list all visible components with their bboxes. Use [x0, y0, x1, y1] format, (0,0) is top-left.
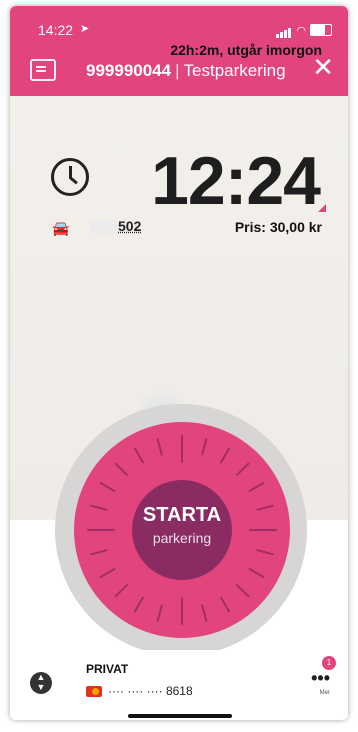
home-indicator — [128, 714, 232, 718]
start-sublabel: parkering — [152, 530, 212, 546]
mastercard-icon — [86, 685, 102, 697]
dial-tick — [99, 482, 116, 492]
payment-footer: ▲ ▼ PRIVAT ···· ···· ···· 8618 ••• 1 Mer — [10, 650, 348, 720]
title-separator: | — [175, 61, 180, 80]
dial-tick — [90, 549, 108, 556]
payment-card[interactable]: ···· ···· ···· 8618 — [86, 684, 193, 698]
dial-tick — [114, 462, 128, 476]
phone-screen: 14:22 ➤ ◠ 999990044 | Testparkering ✕ 22h:… — [10, 6, 348, 720]
dial-tick — [220, 596, 230, 613]
dial-tick — [201, 438, 208, 456]
card-number: ···· ···· ···· 8618 — [108, 684, 193, 698]
dial-tick — [236, 462, 250, 476]
more-label: Mer — [319, 690, 330, 696]
dial-tick — [156, 438, 163, 456]
title-bar: 999990044 | Testparkering ✕ — [10, 54, 348, 86]
dial-tick — [256, 549, 274, 556]
more-icon[interactable]: ••• — [311, 668, 330, 689]
dial-tick — [134, 447, 144, 464]
status-bar: 14:22 ➤ ◠ — [28, 22, 332, 38]
dial-tick — [90, 504, 108, 511]
status-time: 14:22 — [38, 22, 74, 38]
status-icons: ◠ — [276, 22, 332, 38]
remaining-time: 22h:2m, utgår imorgon — [170, 42, 322, 58]
notification-badge: 1 — [322, 656, 336, 670]
account-name: PRIVAT — [86, 662, 129, 676]
end-time[interactable]: 12:24 — [151, 142, 321, 220]
dial-tick — [220, 447, 230, 464]
dial-tick — [201, 604, 208, 622]
plate-redaction — [90, 220, 118, 235]
dial-tick — [99, 568, 116, 578]
car-icon: 🚘 — [52, 220, 70, 236]
price: Pris: 30,00 kr — [234, 219, 322, 235]
battery-icon — [310, 24, 332, 36]
parking-id: 999990044 — [86, 61, 172, 80]
dial-tick — [114, 584, 128, 598]
dial-tick — [236, 584, 250, 598]
plate-suffix: 502 — [118, 218, 142, 234]
clock-icon — [51, 158, 89, 196]
zone-name: Testparkering — [183, 61, 286, 80]
wifi-icon: ◠ — [296, 24, 306, 37]
page-title: 999990044 | Testparkering — [86, 61, 286, 81]
start-parking-button[interactable]: STARTA parkering — [132, 480, 232, 580]
dial-tick — [156, 604, 163, 622]
signal-icon — [276, 22, 292, 38]
dial-tick — [134, 596, 144, 613]
dial-tick — [248, 568, 265, 578]
location-icon: ➤ — [80, 23, 90, 35]
dial-tick — [248, 482, 265, 492]
dial-tick — [256, 504, 274, 511]
account-switch-icon[interactable]: ▲ ▼ — [30, 672, 52, 694]
message-icon[interactable] — [30, 59, 56, 81]
edit-corner-icon — [318, 204, 326, 212]
license-plate[interactable]: 502 — [90, 218, 142, 235]
start-label: STARTA — [142, 504, 222, 526]
